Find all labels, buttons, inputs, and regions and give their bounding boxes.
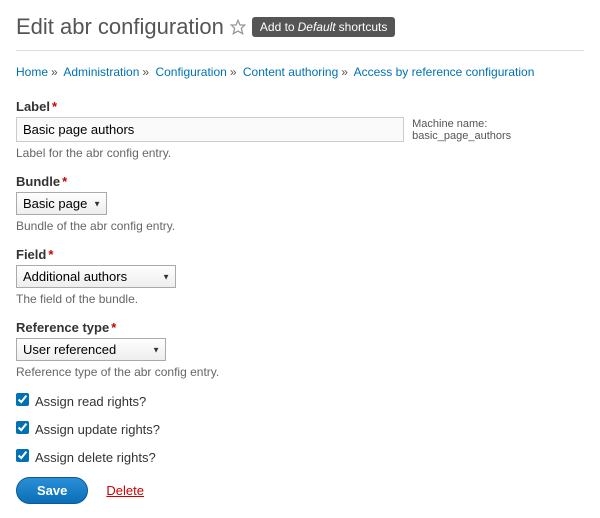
shortcut-label-prefix: Add to <box>260 20 295 34</box>
reftype-select[interactable]: User referenced <box>16 338 166 361</box>
breadcrumb-content-authoring[interactable]: Content authoring <box>243 65 338 79</box>
bundle-label: Bundle* <box>16 174 67 189</box>
delete-rights-label[interactable]: Assign delete rights? <box>16 450 156 465</box>
star-icon[interactable] <box>230 19 246 35</box>
add-shortcut-button[interactable]: Add to Default shortcuts <box>252 17 395 37</box>
breadcrumb: Home» Administration» Configuration» Con… <box>16 65 584 79</box>
delete-rights-checkbox[interactable] <box>16 449 29 462</box>
reftype-label: Reference type* <box>16 320 116 335</box>
breadcrumb-administration[interactable]: Administration <box>63 65 139 79</box>
shortcut-label-em: Default <box>298 20 336 34</box>
field-label: Field* <box>16 247 53 262</box>
reftype-desc: Reference type of the abr config entry. <box>16 365 584 379</box>
field-desc: The field of the bundle. <box>16 292 584 306</box>
breadcrumb-current[interactable]: Access by reference configuration <box>354 65 535 79</box>
delete-link[interactable]: Delete <box>106 483 144 498</box>
machine-name: Machine name: basic_page_authors <box>412 118 584 142</box>
bundle-select[interactable]: Basic page <box>16 192 107 215</box>
label-label: Label* <box>16 99 57 114</box>
shortcut-label-suffix: shortcuts <box>339 20 388 34</box>
bundle-desc: Bundle of the abr config entry. <box>16 219 584 233</box>
update-rights-checkbox[interactable] <box>16 421 29 434</box>
breadcrumb-configuration[interactable]: Configuration <box>155 65 226 79</box>
breadcrumb-home[interactable]: Home <box>16 65 48 79</box>
read-rights-checkbox[interactable] <box>16 393 29 406</box>
field-select[interactable]: Additional authors <box>16 265 176 288</box>
label-input[interactable] <box>16 117 404 142</box>
update-rights-label[interactable]: Assign update rights? <box>16 422 160 437</box>
page-title: Edit abr configuration <box>16 14 224 40</box>
read-rights-label[interactable]: Assign read rights? <box>16 394 146 409</box>
label-desc: Label for the abr config entry. <box>16 146 584 160</box>
divider <box>16 50 584 51</box>
save-button[interactable]: Save <box>16 477 88 504</box>
